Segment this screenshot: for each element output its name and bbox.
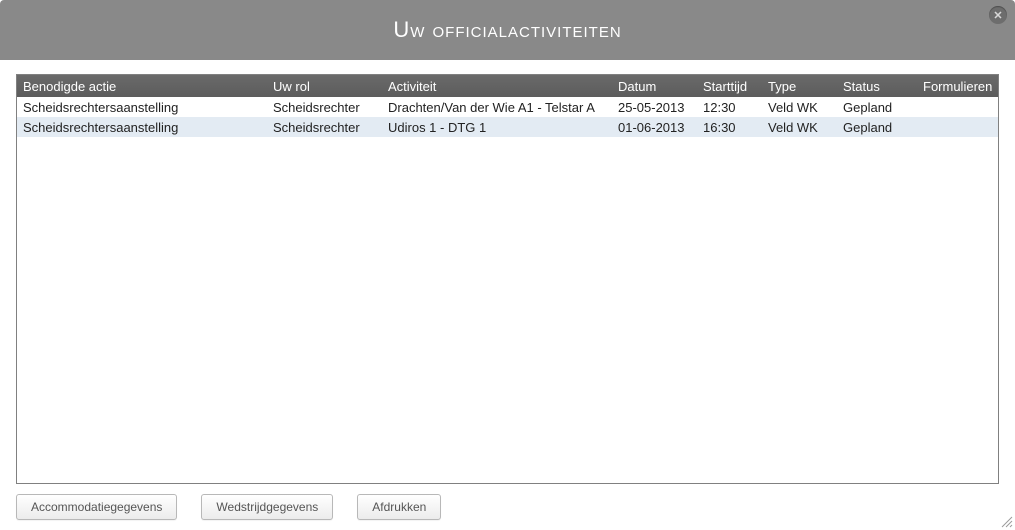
- col-header-formulieren[interactable]: Formulieren: [917, 79, 997, 94]
- activities-grid: Benodigde actie Uw rol Activiteit Datum …: [16, 74, 999, 484]
- col-header-actie[interactable]: Benodigde actie: [17, 79, 267, 94]
- accommodatie-button[interactable]: Accommodatiegegevens: [16, 494, 177, 520]
- cell-datum: 01-06-2013: [612, 120, 697, 135]
- cell-datum: 25-05-2013: [612, 100, 697, 115]
- dialog-title: Uw officialactiviteiten: [393, 17, 621, 43]
- cell-status: Gepland: [837, 100, 917, 115]
- cell-starttijd: 16:30: [697, 120, 762, 135]
- col-header-status[interactable]: Status: [837, 79, 917, 94]
- cell-status: Gepland: [837, 120, 917, 135]
- dialog-content: Benodigde actie Uw rol Activiteit Datum …: [0, 60, 1015, 530]
- close-icon[interactable]: ✕: [989, 6, 1007, 24]
- titlebar: Uw officialactiviteiten ✕: [0, 0, 1015, 60]
- col-header-starttijd[interactable]: Starttijd: [697, 79, 762, 94]
- cell-type: Veld WK: [762, 120, 837, 135]
- cell-type: Veld WK: [762, 100, 837, 115]
- grid-body: Scheidsrechtersaanstelling Scheidsrechte…: [17, 97, 998, 137]
- col-header-rol[interactable]: Uw rol: [267, 79, 382, 94]
- cell-starttijd: 12:30: [697, 100, 762, 115]
- cell-rol: Scheidsrechter: [267, 120, 382, 135]
- cell-rol: Scheidsrechter: [267, 100, 382, 115]
- dialog: Uw officialactiviteiten ✕ Benodigde acti…: [0, 0, 1015, 530]
- col-header-type[interactable]: Type: [762, 79, 837, 94]
- col-header-datum[interactable]: Datum: [612, 79, 697, 94]
- cell-actie: Scheidsrechtersaanstelling: [17, 120, 267, 135]
- grid-header: Benodigde actie Uw rol Activiteit Datum …: [17, 75, 998, 97]
- table-row[interactable]: Scheidsrechtersaanstelling Scheidsrechte…: [17, 97, 998, 117]
- button-bar: Accommodatiegegevens Wedstrijdgegevens A…: [16, 494, 999, 520]
- cell-activiteit: Drachten/Van der Wie A1 - Telstar A: [382, 100, 612, 115]
- col-header-activiteit[interactable]: Activiteit: [382, 79, 612, 94]
- afdrukken-button[interactable]: Afdrukken: [357, 494, 441, 520]
- table-row[interactable]: Scheidsrechtersaanstelling Scheidsrechte…: [17, 117, 998, 137]
- cell-actie: Scheidsrechtersaanstelling: [17, 100, 267, 115]
- resize-grip-icon[interactable]: [999, 514, 1013, 528]
- wedstrijd-button[interactable]: Wedstrijdgegevens: [201, 494, 333, 520]
- cell-activiteit: Udiros 1 - DTG 1: [382, 120, 612, 135]
